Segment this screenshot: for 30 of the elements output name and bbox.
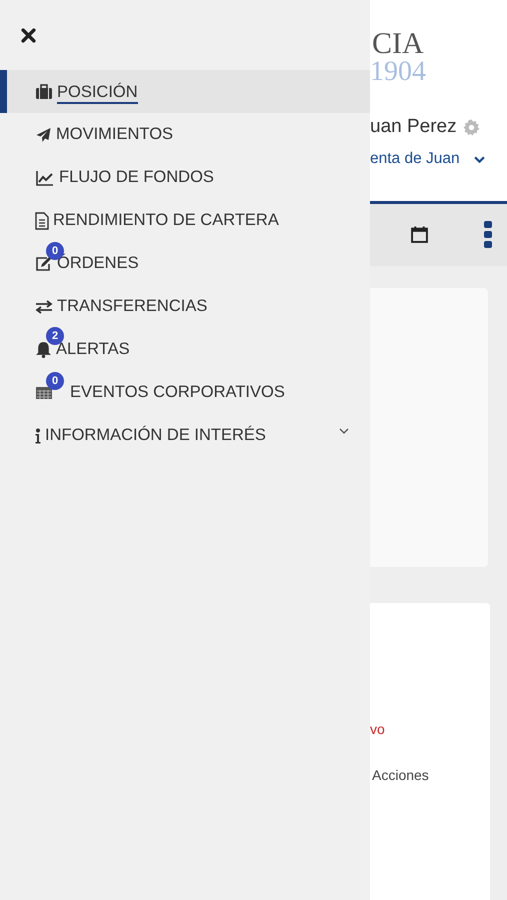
- calendar-icon: [35, 386, 53, 400]
- plane-icon: [35, 126, 52, 142]
- count-badge: 0: [46, 372, 64, 390]
- close-icon[interactable]: [21, 28, 36, 43]
- menu-item[interactable]: INFORMACIÓN DE INTERÉS: [0, 414, 370, 457]
- menu-item[interactable]: FLUJO DE FONDOS: [0, 156, 370, 199]
- arrows-icon: [35, 300, 53, 314]
- chevron-icon[interactable]: [339, 428, 349, 434]
- menu-item[interactable]: 2 ALERTAS: [0, 328, 370, 371]
- edit-icon: [35, 256, 53, 272]
- calendar-icon[interactable]: [411, 226, 428, 244]
- account-selector[interactable]: enta de Juan: [370, 150, 460, 168]
- warning-text: vo: [370, 720, 386, 737]
- chevron-icon[interactable]: [474, 156, 485, 162]
- menu-item[interactable]: MOVIMIENTOS: [0, 113, 370, 156]
- card-text: Acciones: [371, 766, 430, 783]
- chart-icon: [35, 170, 55, 186]
- menu-item[interactable]: RENDIMIENTO DE CARTERA: [0, 199, 370, 242]
- briefcase-icon: [35, 84, 53, 100]
- more-options-icon[interactable]: [484, 221, 492, 248]
- active-indicator: [0, 70, 7, 113]
- menu-item[interactable]: 0 EVENTOS CORPORATIVOS: [0, 371, 370, 414]
- user-name: uan Perez: [370, 116, 457, 138]
- menu-item[interactable]: TRANSFERENCIAS: [0, 285, 370, 328]
- logo-text: CIA: [371, 29, 425, 59]
- bell-icon: [35, 341, 52, 358]
- logo-year: 1904: [370, 59, 427, 85]
- menu-item[interactable]: POSICIÓN: [0, 70, 370, 113]
- info-icon: [35, 428, 41, 444]
- document-icon: [35, 212, 49, 230]
